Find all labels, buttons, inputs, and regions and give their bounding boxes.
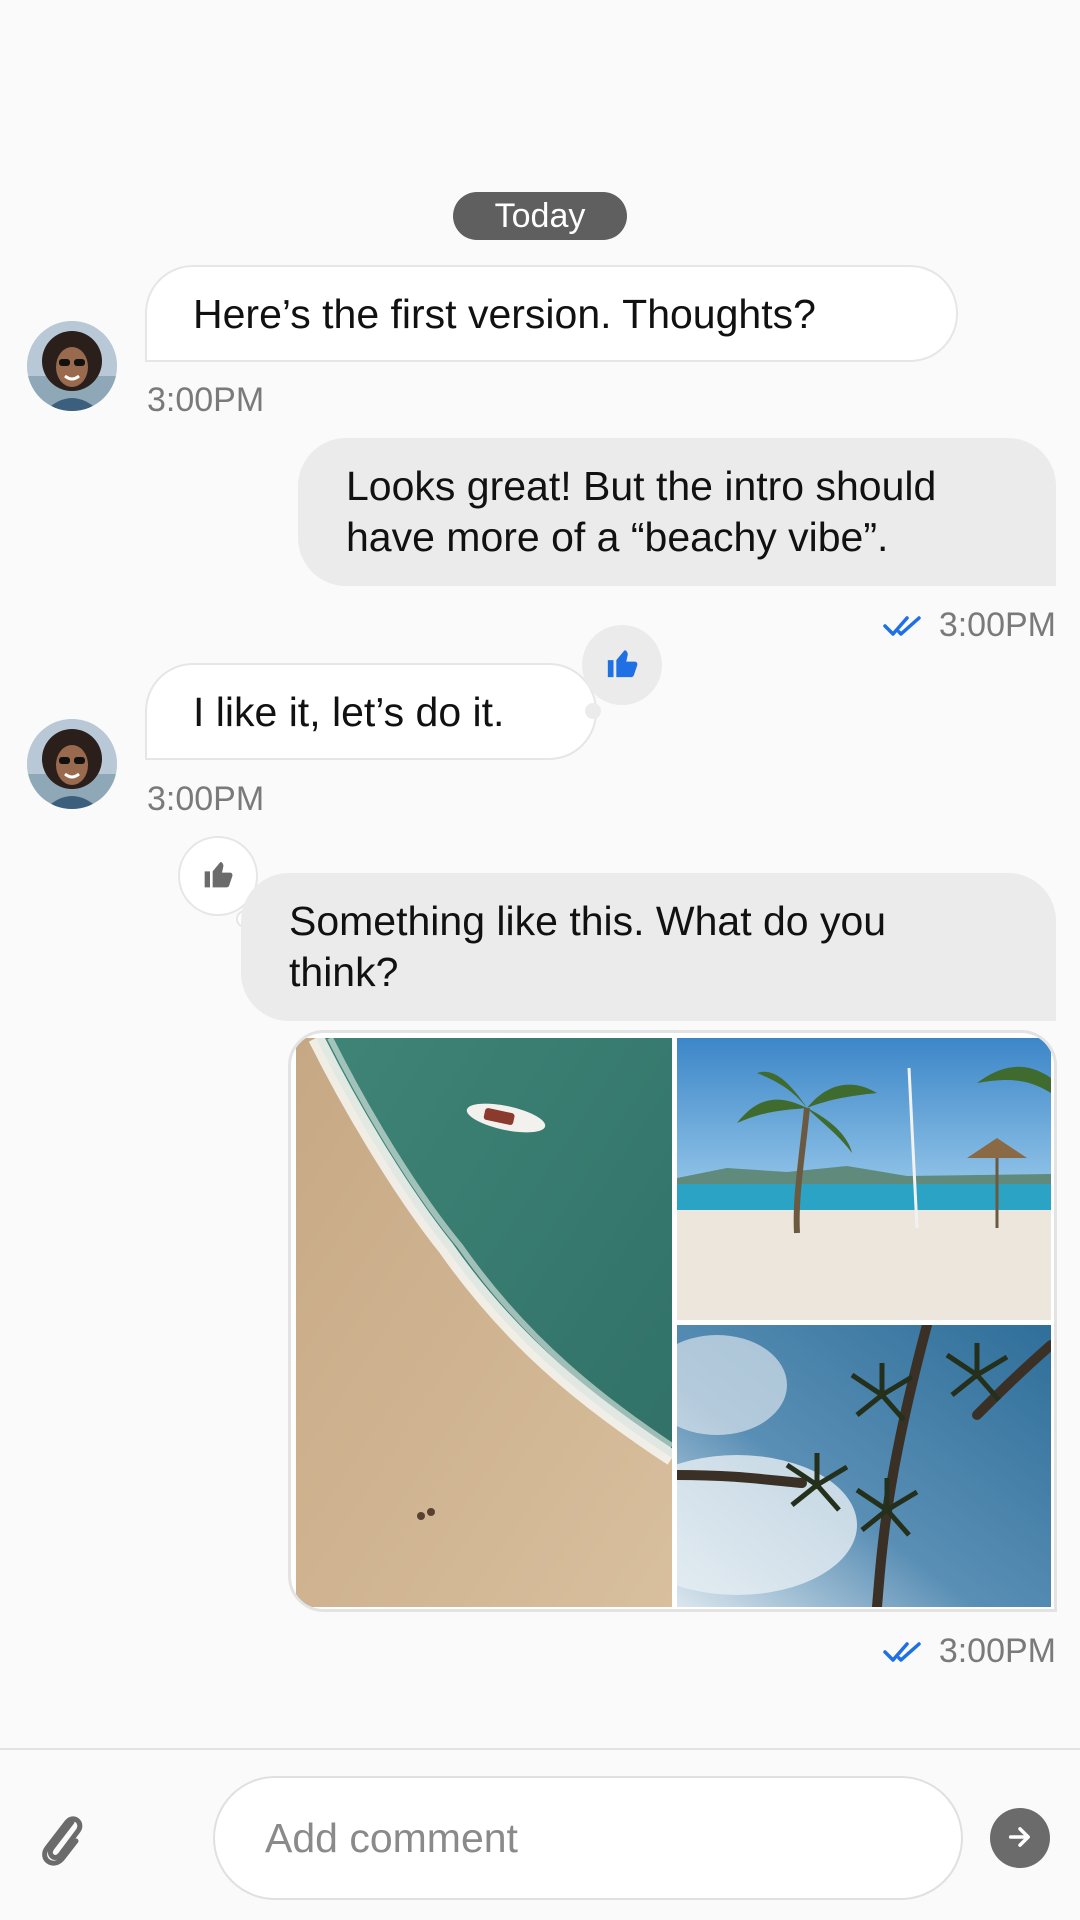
message-text: Here’s the first version. Thoughts? [193, 291, 816, 337]
thumbs-up-icon [202, 858, 234, 895]
message-bubble-outgoing[interactable]: Looks great! But the intro should have m… [298, 438, 1056, 586]
thumbs-up-icon [605, 646, 639, 685]
avatar[interactable] [27, 321, 117, 411]
message-status-row: 3:00PM [883, 606, 1056, 645]
message-text: Looks great! But the intro should have m… [346, 463, 937, 560]
message-bubble-incoming[interactable]: Here’s the first version. Thoughts? [145, 265, 958, 362]
message-status-row: 3:00PM [883, 1632, 1056, 1671]
paperclip-icon[interactable] [36, 1808, 86, 1868]
message-time: 3:00PM [938, 1632, 1056, 1670]
send-button[interactable] [990, 1808, 1050, 1868]
reaction-tail [585, 703, 601, 719]
aerial-beach-photo[interactable] [296, 1038, 672, 1607]
double-check-icon [883, 614, 925, 638]
palm-trees-sky-photo[interactable] [677, 1325, 1051, 1607]
message-bubble-incoming[interactable]: I like it, let’s do it. [145, 663, 597, 760]
double-check-icon [883, 1640, 925, 1664]
composer-bar [0, 1748, 1080, 1920]
message-time: 3:00PM [147, 381, 265, 419]
palm-beach-photo[interactable] [677, 1038, 1051, 1320]
image-attachment-grid[interactable] [288, 1030, 1057, 1612]
message-bubble-outgoing[interactable]: Something like this. What do you think? [241, 873, 1056, 1021]
comment-input[interactable] [213, 1776, 963, 1900]
message-text: I like it, let’s do it. [193, 689, 505, 735]
message-time: 3:00PM [938, 606, 1056, 644]
date-separator: Today [453, 192, 627, 240]
message-time: 3:00PM [147, 780, 265, 818]
reaction-badge[interactable] [582, 625, 662, 705]
arrow-right-icon [1006, 1823, 1034, 1854]
message-text: Something like this. What do you [289, 898, 887, 944]
message-text: think? [289, 949, 399, 995]
avatar[interactable] [27, 719, 117, 809]
